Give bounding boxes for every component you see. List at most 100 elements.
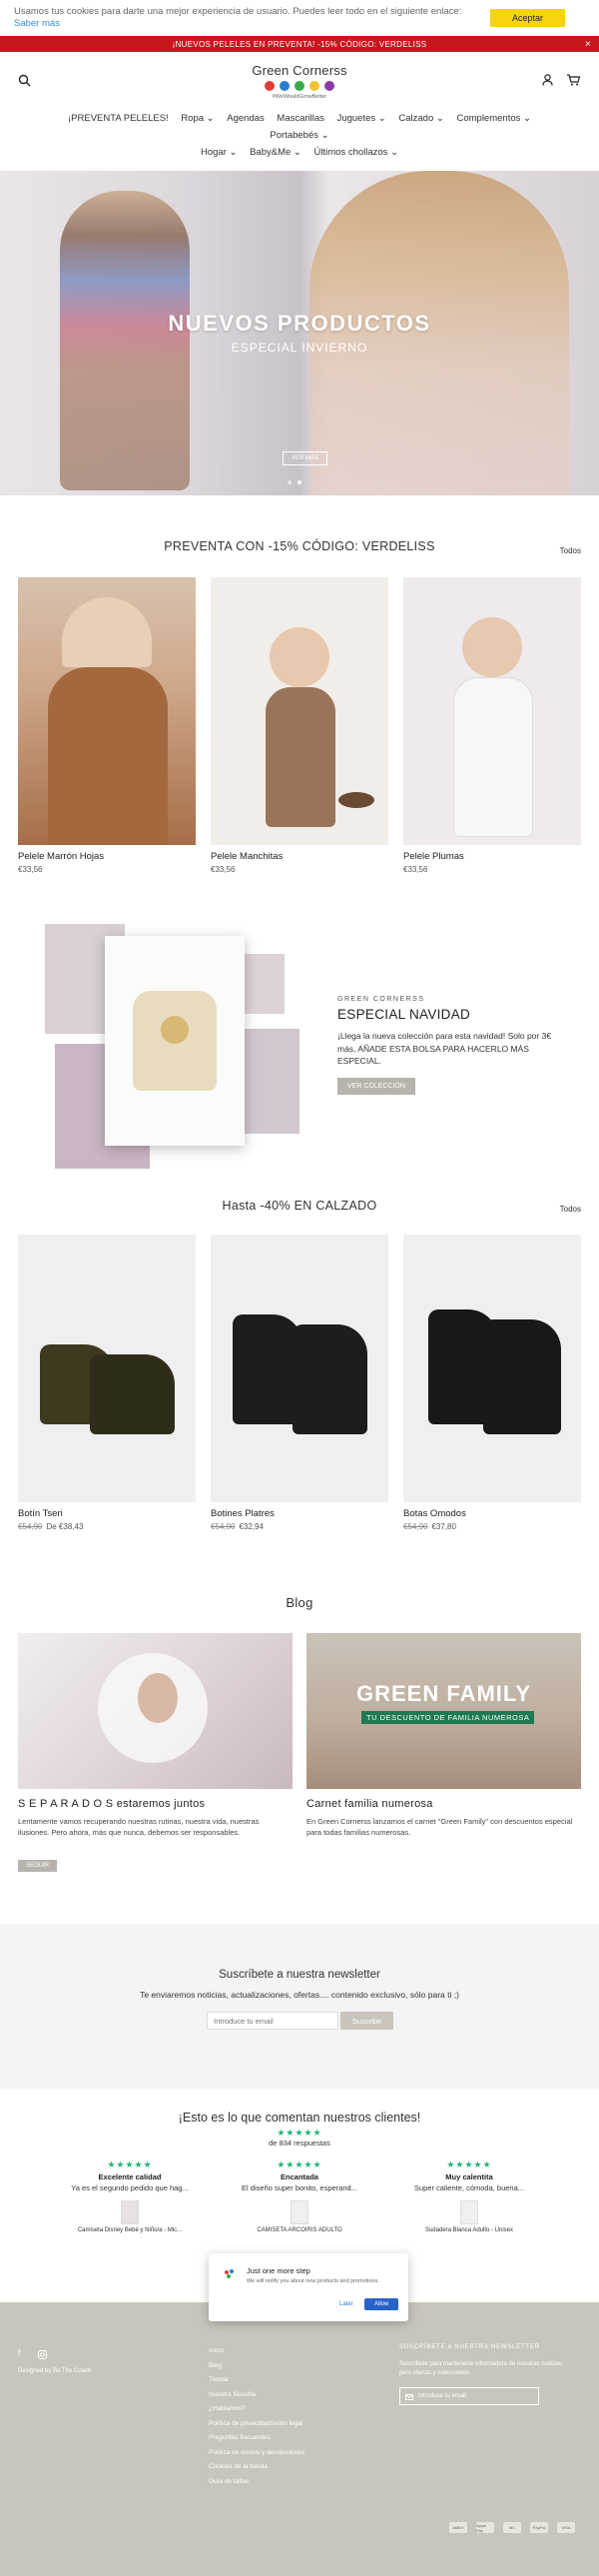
instagram-icon[interactable]: [38, 2346, 47, 2364]
review-card[interactable]: ★★★★★ Muy calentita Super caliente, cómo…: [394, 2159, 544, 2233]
product-image[interactable]: [211, 577, 388, 845]
facebook-icon[interactable]: f: [18, 2347, 21, 2357]
product-card[interactable]: Botas Omodos €54,90 €37,80: [403, 1235, 581, 1531]
product-image[interactable]: [403, 1235, 581, 1502]
product-name[interactable]: Pelele Plumas: [403, 851, 581, 862]
product-image[interactable]: [18, 1235, 196, 1502]
footer-newsletter-title: SUSCRÍBETE A NUESTRA NEWSLETTER: [399, 2344, 540, 2350]
footer-link[interactable]: Cookies de la tienda: [209, 2460, 304, 2475]
blog-post-title[interactable]: S E P A R A D O S estaremos juntos: [18, 1798, 205, 1810]
newsletter-text: Te enviaremos noticias, actualizaciones,…: [140, 1990, 459, 2000]
nav-item-hogar[interactable]: Hogar ⌄: [201, 144, 237, 161]
newsletter-email-input[interactable]: [207, 2012, 338, 2030]
nav-item-calzado[interactable]: Calzado ⌄: [398, 110, 443, 127]
christmas-promo: GREEN CORNERSS ESPECIAL NAVIDAD ¡Llega l…: [0, 914, 599, 1174]
blog-read-button[interactable]: SEGUIR: [18, 1860, 58, 1872]
footer-link[interactable]: Tienda: [209, 2373, 304, 2388]
sale-price: De €38,43: [46, 1522, 84, 1531]
cart-icon[interactable]: [566, 74, 581, 89]
site-header: Green Cornerss #WeWouldGrowBetter: [0, 52, 599, 110]
product-card[interactable]: Pelele Marrón Hojas €33,56: [18, 577, 196, 874]
slider-dots: [288, 480, 301, 484]
footer-link[interactable]: Preguntas frecuentes: [209, 2431, 304, 2446]
nav-item-mascarillas[interactable]: Mascarillas: [277, 110, 324, 127]
product-image[interactable]: [18, 577, 196, 845]
product-price: €54,90 €37,80: [403, 1522, 581, 1531]
nav-item-portabebes[interactable]: Portabebés ⌄: [270, 127, 328, 144]
product-name[interactable]: Botines Platres: [211, 1508, 388, 1519]
footer-newsletter-text: Suscríbete para mantenerte informado/a d…: [399, 2361, 564, 2376]
footer-link[interactable]: Política de privacidad/aviso legal: [209, 2417, 304, 2432]
product-name[interactable]: Pelele Marrón Hojas: [18, 851, 196, 862]
review-label: Encantada: [281, 2172, 318, 2181]
preventa-title: PREVENTA CON -15% CÓDIGO: VERDELISS: [164, 539, 435, 553]
product-name[interactable]: Pelele Manchitas: [211, 851, 388, 862]
product-price: €54,90 De €38,43: [18, 1522, 196, 1531]
review-card[interactable]: ★★★★★ Encantada El diseño super bonito, …: [225, 2159, 374, 2233]
product-card[interactable]: Pelele Plumas €33,56: [403, 577, 581, 874]
footer-link[interactable]: ¿Hablamos?: [209, 2402, 304, 2417]
footer-link[interactable]: Blog: [209, 2359, 304, 2374]
sale-price: €37,80: [431, 1522, 456, 1531]
footer-email-input[interactable]: Introduce tu email: [399, 2387, 539, 2405]
product-card[interactable]: Botín Tseri €54,90 De €38,43: [18, 1235, 196, 1531]
footer-designed-by: Designed by Be The Coach: [18, 2368, 92, 2374]
blog-post-title[interactable]: Carnet familia numerosa: [306, 1798, 433, 1810]
user-icon[interactable]: [542, 74, 553, 89]
green-family-banner: GREEN FAMILY: [356, 1681, 531, 1706]
footer-email-placeholder: Introduce tu email: [418, 2393, 466, 2399]
product-name[interactable]: Botas Omodos: [403, 1508, 581, 1519]
blog-image[interactable]: [18, 1633, 293, 1789]
visa-icon: VISA: [557, 2522, 575, 2533]
green-family-subbanner: TU DESCUENTO DE FAMILIA NUMEROSA: [361, 1711, 535, 1724]
cookie-accept-button[interactable]: Aceptar: [489, 9, 565, 27]
push-notification-popup: Just one more step We will notify you ab…: [209, 2253, 408, 2321]
product-name[interactable]: Botín Tseri: [18, 1508, 196, 1519]
nav-item-preventa[interactable]: ¡PREVENTA PELELES!: [68, 110, 169, 127]
preventa-all-link[interactable]: Todos: [560, 546, 581, 555]
popup-later-button[interactable]: Later: [339, 2301, 353, 2307]
promo-bag-image: [105, 936, 245, 1146]
review-stars: ★★★★★: [446, 2159, 492, 2169]
footer-links: Inicio Blog Tienda Nuestra filosofía ¿Ha…: [209, 2344, 304, 2489]
product-card[interactable]: Botines Platres €54,90 €32,94: [211, 1235, 388, 1531]
reviews-count: de 834 respuestas: [269, 2139, 330, 2147]
promo-collection-button[interactable]: VER COLECCIÓN: [337, 1077, 415, 1095]
footer-link[interactable]: Inicio: [209, 2344, 304, 2359]
popup-allow-button[interactable]: Allow: [364, 2298, 399, 2310]
newsletter-submit-button[interactable]: Suscribir: [340, 2012, 393, 2030]
review-text: El diseño super bonito, esperand...: [242, 2183, 357, 2192]
blog-image[interactable]: GREEN FAMILY TU DESCUENTO DE FAMILIA NUM…: [306, 1633, 581, 1789]
footer-link[interactable]: Política de envíos y devoluciones: [209, 2446, 304, 2461]
nav-item-chollazos[interactable]: Últimos chollazos ⌄: [314, 144, 399, 161]
review-card[interactable]: ★★★★★ Excelente calidad Ya es el segundo…: [55, 2159, 205, 2233]
slider-dot-active[interactable]: [298, 480, 301, 484]
nav-item-juguetes[interactable]: Juguetes ⌄: [337, 110, 386, 127]
hero-title: NUEVOS PRODUCTOS: [168, 311, 431, 336]
logo[interactable]: Green Cornerss #WeWouldGrowBetter: [252, 63, 346, 100]
close-icon[interactable]: ×: [585, 39, 591, 50]
review-product-image: [460, 2200, 478, 2224]
promo-photo: [245, 1029, 300, 1134]
newsletter-section: Suscríbete a nuestra newsletter Te envia…: [0, 1924, 599, 2089]
nav-item-ropa[interactable]: Ropa ⌄: [181, 110, 214, 127]
promo-title: ESPECIAL NAVIDAD: [337, 1007, 471, 1022]
review-stars: ★★★★★: [277, 2159, 322, 2169]
cookie-text: Usamos tus cookies para darte una mejor …: [14, 6, 462, 18]
footer-link[interactable]: Nuestra filosofía: [209, 2388, 304, 2403]
footer-link[interactable]: Guía de tallas: [209, 2475, 304, 2490]
hero-subtitle: ESPECIAL INVIERNO: [231, 341, 368, 355]
cookie-more-link[interactable]: Saber más: [14, 18, 60, 29]
hero-button[interactable]: VER MÁS: [283, 451, 328, 465]
review-product-image: [291, 2200, 308, 2224]
product-image[interactable]: [211, 1235, 388, 1502]
calzado-all-link[interactable]: Todos: [560, 1205, 581, 1214]
reviews-stars: ★★★★★: [277, 2128, 322, 2138]
slider-dot[interactable]: [288, 480, 292, 484]
nav-item-agendas[interactable]: Agendas: [227, 110, 265, 127]
search-icon[interactable]: [18, 74, 31, 90]
product-card[interactable]: Pelele Manchitas €33,56: [211, 577, 388, 874]
nav-item-complementos[interactable]: Complementos ⌄: [456, 110, 531, 127]
product-image[interactable]: [403, 577, 581, 845]
nav-item-babyme[interactable]: Baby&Me ⌄: [250, 144, 301, 161]
